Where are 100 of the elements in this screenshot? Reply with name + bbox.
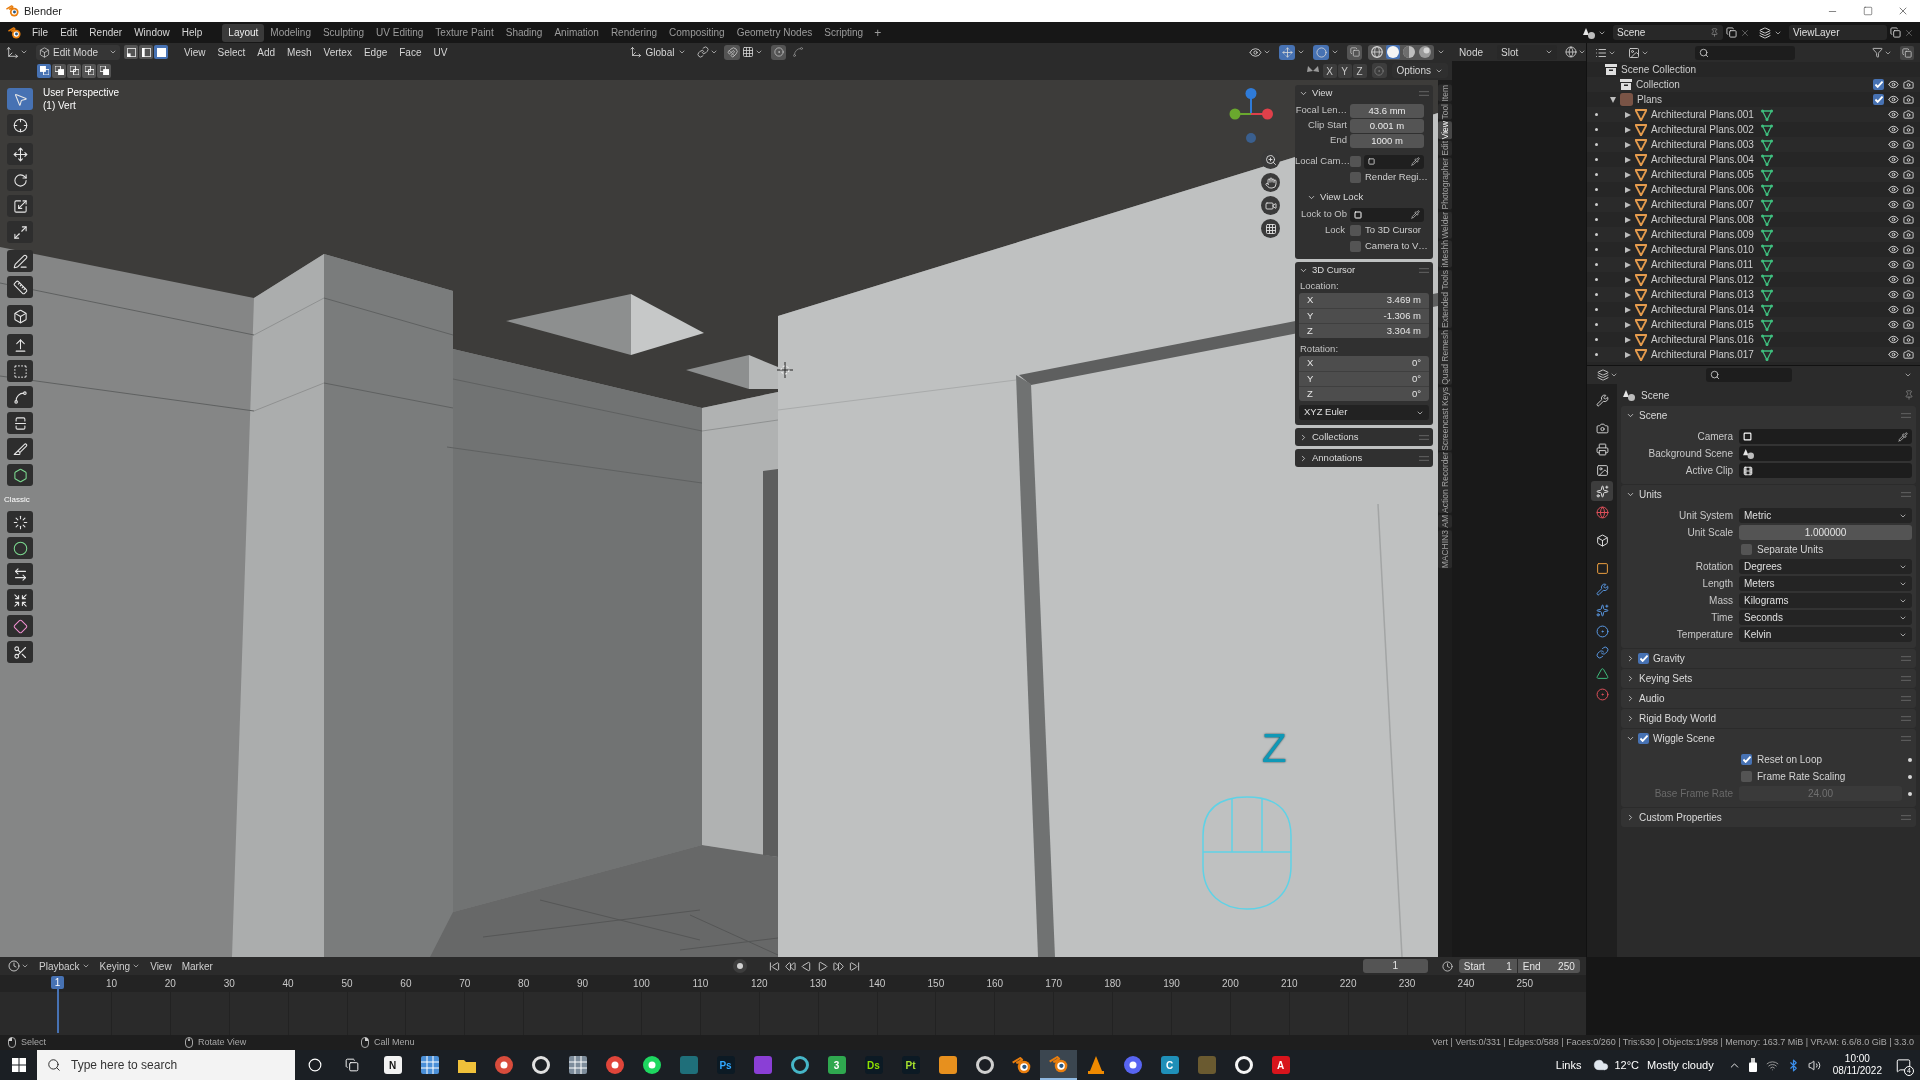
triangle-right-icon[interactable] xyxy=(1624,336,1631,343)
dropdown[interactable]: Degrees xyxy=(1739,559,1912,574)
pivot-button[interactable] xyxy=(697,46,719,58)
eye-icon[interactable] xyxy=(1888,229,1899,240)
panel-header[interactable]: Annotations xyxy=(1295,450,1433,466)
mesh-triangle-icon[interactable] xyxy=(1761,243,1773,256)
shading-mode-button[interactable] xyxy=(1370,45,1385,59)
object-picker-field[interactable] xyxy=(1739,446,1912,461)
playhead[interactable]: 1 xyxy=(51,976,64,1033)
camera-icon[interactable] xyxy=(1903,349,1914,360)
taskbar-search-field[interactable]: Type here to search xyxy=(37,1050,295,1080)
object-picker-field[interactable] xyxy=(1739,463,1912,478)
camera-icon[interactable] xyxy=(1903,169,1914,180)
taskbar-app-button[interactable]: Pt xyxy=(892,1050,929,1080)
eye-icon[interactable] xyxy=(1888,79,1899,90)
panel-header[interactable]: View xyxy=(1295,85,1433,101)
tool-button[interactable] xyxy=(7,276,33,298)
box-mode-button[interactable] xyxy=(37,63,51,78)
drag-handle-icon[interactable] xyxy=(1901,656,1911,661)
mesh-triangle-icon[interactable] xyxy=(1761,213,1773,226)
tool-button[interactable] xyxy=(7,464,33,486)
workspace-tab[interactable]: Sculpting xyxy=(316,23,371,42)
shading-mode-button[interactable] xyxy=(1402,45,1417,59)
drag-handle-icon[interactable] xyxy=(1419,90,1429,96)
camera-icon[interactable] xyxy=(1903,184,1914,195)
tool-button[interactable] xyxy=(7,143,33,165)
sidebar-tab[interactable]: MACHIN3 xyxy=(1438,530,1452,569)
camera-icon[interactable] xyxy=(1903,259,1914,270)
shading-mode-button[interactable] xyxy=(1418,45,1433,59)
camera-icon[interactable] xyxy=(1903,94,1914,105)
menu-button[interactable]: Face xyxy=(399,44,422,60)
outliner-row[interactable]: Collection xyxy=(1587,77,1920,92)
mesh-triangle-icon[interactable] xyxy=(1761,183,1773,196)
number-field[interactable]: 0.001 m xyxy=(1350,118,1424,133)
proportional-button[interactable] xyxy=(771,44,787,60)
weather-widget[interactable]: 12°C Mostly cloudy xyxy=(1593,1056,1714,1074)
axis-toggle[interactable]: X xyxy=(1322,63,1337,78)
mesh-triangle-icon[interactable] xyxy=(1761,303,1773,316)
taskbar-app-button[interactable]: Ps xyxy=(707,1050,744,1080)
rotation-mode-dropdown[interactable]: XYZ Euler xyxy=(1299,405,1429,420)
triangle-right-icon[interactable] xyxy=(1624,291,1631,298)
number-field[interactable]: Y -1.306 m xyxy=(1299,308,1429,323)
play-reverse-icon[interactable] xyxy=(800,960,812,972)
tool-button[interactable] xyxy=(7,438,33,460)
triangle-right-icon[interactable] xyxy=(1624,216,1631,223)
eye-icon[interactable] xyxy=(1888,184,1899,195)
camera-icon[interactable] xyxy=(1903,124,1914,135)
view-layer-button[interactable] xyxy=(1628,46,1649,59)
axis-toggle[interactable]: Y xyxy=(1337,63,1352,78)
dropdown[interactable]: Metric xyxy=(1739,508,1912,523)
panel-header[interactable]: Units xyxy=(1621,485,1916,504)
taskbar-app-button[interactable]: A xyxy=(1262,1050,1299,1080)
box-mode-button[interactable] xyxy=(82,63,96,78)
copy-icon[interactable] xyxy=(1890,27,1901,38)
taskbar-app-button[interactable]: C xyxy=(1151,1050,1188,1080)
start-frame-field[interactable]: Start 1 xyxy=(1458,959,1517,973)
editor-type-button[interactable] xyxy=(6,45,28,59)
triangle-right-icon[interactable] xyxy=(1624,321,1631,328)
checkbox[interactable] xyxy=(1873,94,1884,105)
eye-icon[interactable] xyxy=(1888,169,1899,180)
eye-icon[interactable] xyxy=(1888,139,1899,150)
sidebar-tab[interactable]: Tool xyxy=(1438,103,1452,120)
number-field[interactable]: Z 3.304 m xyxy=(1299,323,1429,338)
triangle-right-icon[interactable] xyxy=(1624,246,1631,253)
eye-icon[interactable] xyxy=(1888,349,1899,360)
workspace-tab[interactable]: Shading xyxy=(499,23,549,42)
mesh-triangle-icon[interactable] xyxy=(1761,228,1773,241)
view-layer-field[interactable]: ViewLayer xyxy=(1789,25,1887,40)
copy-icon[interactable] xyxy=(1726,27,1737,38)
menu-button[interactable]: Render xyxy=(83,25,129,40)
object-picker-field[interactable] xyxy=(1739,429,1912,444)
panel-header[interactable]: Rigid Body World xyxy=(1621,709,1916,728)
number-field[interactable]: Z 0° xyxy=(1299,386,1429,401)
end-frame-field[interactable]: End 250 xyxy=(1517,959,1580,973)
snap-button[interactable] xyxy=(724,44,741,60)
visibility-button[interactable] xyxy=(1249,45,1272,59)
eye-icon[interactable] xyxy=(1888,124,1899,135)
triangle-right-icon[interactable] xyxy=(1624,231,1631,238)
menu-button[interactable]: File xyxy=(26,25,55,40)
properties-tab[interactable] xyxy=(1591,481,1613,501)
triangle-right-icon[interactable] xyxy=(1624,306,1631,313)
object-picker-field[interactable] xyxy=(1350,207,1424,222)
record-button[interactable] xyxy=(732,959,747,973)
search-field[interactable] xyxy=(1706,368,1792,382)
menu-button[interactable]: Add xyxy=(257,44,276,60)
panel-header[interactable]: Custom Properties xyxy=(1621,808,1916,827)
outliner-row[interactable]: Architectural Plans.017 xyxy=(1587,347,1920,362)
tool-button[interactable] xyxy=(7,615,33,637)
eye-icon[interactable] xyxy=(1888,244,1899,255)
drag-handle-icon[interactable] xyxy=(1901,815,1911,820)
number-field[interactable]: X 0° xyxy=(1299,356,1429,371)
triangle-right-icon[interactable] xyxy=(1624,261,1631,268)
triangle-right-icon[interactable] xyxy=(1624,171,1631,178)
drag-handle-icon[interactable] xyxy=(1901,492,1911,497)
sidebar-tab[interactable]: AM xyxy=(1438,515,1452,529)
network-icon[interactable] xyxy=(1765,1058,1779,1072)
checkbox[interactable] xyxy=(1741,771,1752,782)
material-button[interactable] xyxy=(1565,46,1586,58)
new-collection-button[interactable] xyxy=(1900,45,1914,60)
dropdown[interactable]: Kilograms xyxy=(1739,593,1912,608)
